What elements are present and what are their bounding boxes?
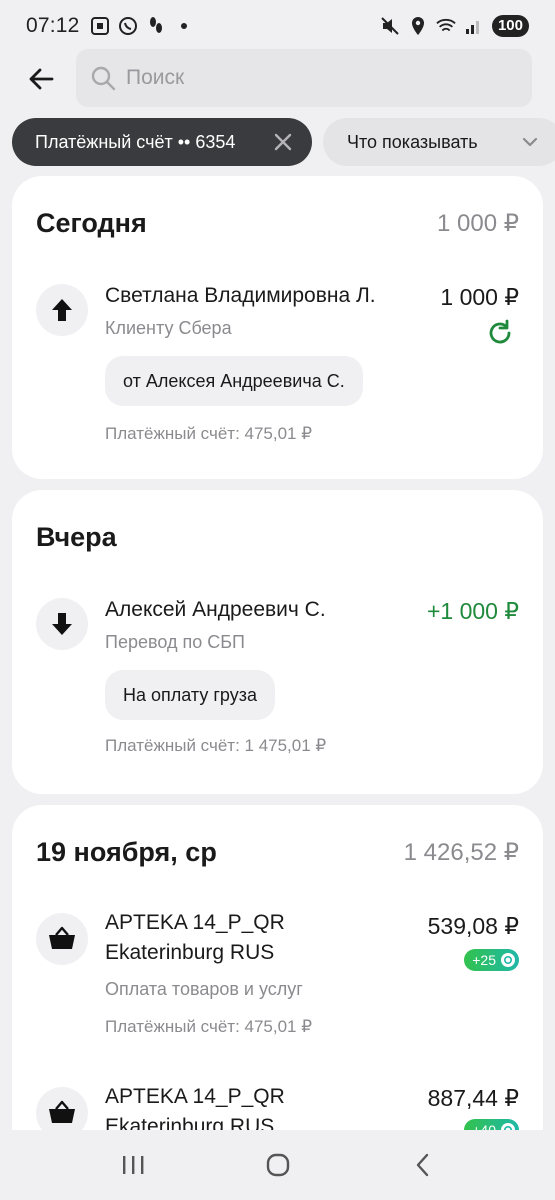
status-bar: 07:12 100 <box>0 0 555 52</box>
operation-name: Светлана Владимировна Л. <box>105 284 376 307</box>
operation-name: APTEKA 14_P_QR <box>105 1085 285 1108</box>
group-title: 19 ноября, ср <box>36 837 217 867</box>
location-icon <box>408 16 428 36</box>
chevron-down-icon <box>522 137 538 147</box>
operation-account-balance: Платёжный счёт: 475,01 ₽ <box>105 424 313 443</box>
basket-icon <box>36 913 88 965</box>
account-filter-chip[interactable]: Платёжный счёт •• 6354 <box>12 118 312 166</box>
show-filter-chip[interactable]: Что показывать <box>323 118 555 166</box>
operation-amount: 1 000 ₽ <box>440 284 519 310</box>
chevron-left-icon <box>416 1153 428 1177</box>
whatsapp-icon <box>118 16 138 36</box>
system-navigation-bar <box>0 1130 555 1200</box>
operation-name: Алексей Андреевич С. <box>105 598 326 621</box>
operation-item[interactable]: APTEKA 14_P_QR Ekaterinburg RUS Оплата т… <box>36 909 519 1069</box>
operation-account-balance: Платёжный счёт: 1 475,01 ₽ <box>105 736 327 755</box>
signal-icon <box>464 16 484 36</box>
show-filter-label: Что показывать <box>347 131 478 152</box>
operation-account-balance: Платёжный счёт: 475,01 ₽ <box>105 1017 313 1036</box>
arrow-up-icon <box>36 284 88 336</box>
arrow-left-icon <box>29 68 54 90</box>
account-filter-label: Платёжный счёт •• 6354 <box>35 131 236 152</box>
dot-icon <box>174 16 194 36</box>
bonus-coin-icon <box>501 953 515 967</box>
recent-apps-icon <box>122 1156 143 1174</box>
operations-group-yesterday: Вчера Алексей Андреевич С. Перевод по СБ… <box>12 490 543 794</box>
operation-subtitle: Клиенту Сбера <box>105 318 232 338</box>
group-title: Сегодня <box>36 208 147 238</box>
footsteps-icon <box>146 16 166 36</box>
top-bar <box>0 48 555 110</box>
filter-chips: Платёжный счёт •• 6354 Что показывать <box>12 118 555 166</box>
group-total: 1 000 ₽ <box>437 210 519 237</box>
back-button[interactable] <box>24 62 58 96</box>
search-input[interactable] <box>126 66 506 90</box>
operation-item[interactable]: Светлана Владимировна Л. Клиенту Сбера 1… <box>36 280 519 460</box>
bonus-badge: +25 <box>464 949 519 971</box>
operation-amount: 539,08 ₽ <box>427 913 519 939</box>
home-button[interactable] <box>258 1145 298 1185</box>
operation-subtitle: Перевод по СБП <box>105 632 245 652</box>
operation-name: APTEKA 14_P_QR <box>105 911 285 934</box>
close-icon[interactable] <box>272 131 294 153</box>
home-icon <box>266 1153 289 1177</box>
operation-message: от Алексея Андреевича С. <box>105 356 363 406</box>
back-nav-button[interactable] <box>403 1145 443 1185</box>
repeat-icon[interactable] <box>485 318 515 348</box>
wifi-icon <box>436 16 456 36</box>
operation-subtitle: Оплата товаров и услуг <box>105 979 303 999</box>
group-title: Вчера <box>36 522 117 552</box>
operation-item[interactable]: Алексей Андреевич С. Перевод по СБП +1 0… <box>36 594 519 774</box>
group-total: 1 426,52 ₽ <box>403 839 519 866</box>
operations-group-today: Сегодня 1 000 ₽ Светлана Владимировна Л.… <box>12 176 543 479</box>
operation-location: Ekaterinburg RUS <box>105 941 275 964</box>
operation-message: На оплату груза <box>105 670 275 720</box>
arrow-down-icon <box>36 598 88 650</box>
status-time: 07:12 <box>26 14 80 37</box>
operation-amount: +1 000 ₽ <box>426 598 519 624</box>
recent-apps-button[interactable] <box>113 1145 153 1185</box>
operation-amount: 887,44 ₽ <box>427 1085 519 1111</box>
search-box[interactable] <box>76 49 532 107</box>
scan-notification-icon <box>90 16 110 36</box>
mute-icon <box>380 16 400 36</box>
battery-indicator: 100 <box>491 15 529 37</box>
search-icon <box>91 66 116 91</box>
